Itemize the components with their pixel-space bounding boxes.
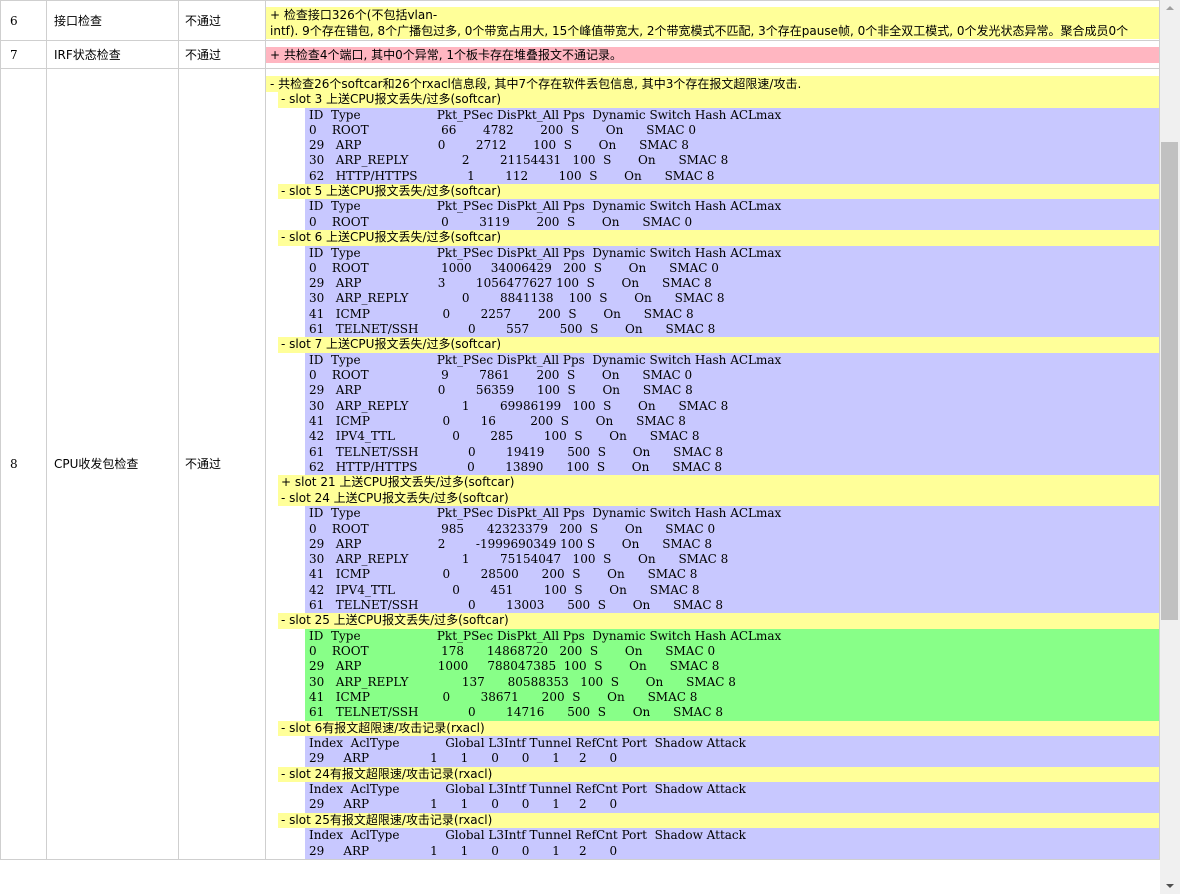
slot-section: - slot 25 上送CPU报文丢失/过多(softcar) ID Type P… [278, 613, 1159, 721]
row-number: 8 [0, 68, 47, 860]
softcar-data-line: 62 HTTP/HTTPS 0 13890 100 S On SMAC 8 [309, 459, 723, 474]
slot-section: - slot 6有报文超限速/攻击记录(rxacl) Index AclType … [278, 720, 1159, 767]
softcar-data-line: 29 ARP 1 1 0 0 1 2 0 [309, 797, 618, 812]
softcar-data-line: 41 ICMP 0 16 200 S On SMAC 8 [309, 414, 686, 429]
slot-section-toggle[interactable]: - slot 25 上送CPU报文丢失/过多(softcar) [278, 613, 1159, 629]
report-viewport: 6 接口检查 不通过 + 检查接口326个(不包括vlan- intf). 9个… [0, 0, 1160, 894]
softcar-header-line: ID Type Pkt_PSec DisPkt_All Pps Dynamic … [309, 506, 782, 521]
softcar-header-line: Index AclType Global L3Intf Tunnel RefCn… [309, 736, 746, 751]
softcar-table: ID Type Pkt_PSec DisPkt_All Pps Dynamic … [305, 245, 1159, 338]
softcar-table: Index AclType Global L3Intf Tunnel RefCn… [305, 828, 1159, 859]
softcar-data-line: 41 ICMP 0 28500 200 S On SMAC 8 [309, 567, 698, 582]
softcar-header-line: ID Type Pkt_PSec DisPkt_All Pps Dynamic … [309, 352, 782, 367]
softcar-data-line: 30 ARP_REPLY 1 75154047 100 S On SMAC 8 [309, 552, 729, 567]
check-detail: + 共检查4个端口, 其中0个异常, 1个板卡存在堆叠报文不通记录。 [265, 40, 1160, 69]
softcar-data-line: 41 ICMP 0 2257 200 S On SMAC 8 [309, 306, 694, 321]
slot-section: - slot 25有报文超限速/攻击记录(rxacl) Index AclType… [278, 812, 1159, 859]
softcar-data-line: 29 ARP 1 1 0 0 1 2 0 [309, 843, 618, 858]
check-result: 不通过 [178, 68, 266, 860]
check-result: 不通过 [178, 40, 266, 69]
softcar-data-line: 61 TELNET/SSH 0 19419 500 S On SMAC 8 [309, 444, 723, 459]
slot-section-toggle[interactable]: - slot 6有报文超限速/攻击记录(rxacl) [278, 720, 1159, 737]
table-row: 8 CPU收发包检查 不通过 - 共检查26个softcar和26个rxacl信… [0, 68, 1160, 860]
softcar-data-line: 29 ARP 2 -1999690349 100 S On SMAC 8 [309, 536, 713, 551]
softcar-table: ID Type Pkt_PSec DisPkt_All Pps Dynamic … [305, 107, 1159, 184]
softcar-table: ID Type Pkt_PSec DisPkt_All Pps Dynamic … [305, 506, 1159, 614]
scroll-down-icon[interactable] [1160, 878, 1180, 894]
softcar-data-line: 41 ICMP 0 38671 200 S On SMAC 8 [309, 690, 698, 704]
slot-section: - slot 24 上送CPU报文丢失/过多(softcar) ID Type P… [278, 490, 1159, 614]
check-report-table: 6 接口检查 不通过 + 检查接口326个(不包括vlan- intf). 9个… [0, 0, 1160, 860]
check-name: 接口检查 [46, 0, 179, 41]
scroll-up-icon[interactable] [1160, 0, 1180, 16]
slot-section: - slot 7 上送CPU报文丢失/过多(softcar) ID Type Pk… [278, 337, 1159, 476]
softcar-data-line: 30 ARP_REPLY 0 8841138 100 S On SMAC 8 [309, 291, 725, 306]
softcar-header-line: ID Type Pkt_PSec DisPkt_All Pps Dynamic … [309, 245, 782, 260]
slot-section-toggle[interactable]: - slot 25有报文超限速/攻击记录(rxacl) [278, 812, 1159, 829]
softcar-table: Index AclType Global L3Intf Tunnel RefCn… [305, 736, 1159, 767]
softcar-table: Index AclType Global L3Intf Tunnel RefCn… [305, 782, 1159, 813]
scroll-thumb[interactable] [1161, 142, 1178, 620]
softcar-data-line: 30 ARP_REPLY 2 21154431 100 S On SMAC 8 [309, 153, 729, 168]
softcar-data-line: 61 TELNET/SSH 0 557 500 S On SMAC 8 [309, 322, 716, 337]
softcar-data-line: 30 ARP_REPLY 1 69986199 100 S On SMAC 8 [309, 398, 729, 413]
collapse-toggle[interactable]: - 共检查26个softcar和26个rxacl信息段, 其中7个存在软件丢包信… [266, 76, 1159, 92]
softcar-table: ID Type Pkt_PSec DisPkt_All Pps Dynamic … [305, 352, 1159, 476]
softcar-sections: - slot 3 上送CPU报文丢失/过多(softcar) ID Type Pk… [266, 92, 1159, 859]
softcar-data-line: 0 ROOT 178 14868720 200 S On SMAC 0 [309, 644, 716, 659]
slot-section-toggle[interactable]: - slot 3 上送CPU报文丢失/过多(softcar) [278, 92, 1159, 108]
softcar-table: ID Type Pkt_PSec DisPkt_All Pps Dynamic … [305, 628, 1159, 721]
softcar-data-line: 61 TELNET/SSH 0 13003 500 S On SMAC 8 [309, 598, 723, 613]
softcar-data-line: 61 TELNET/SSH 0 14716 500 S On SMAC 8 [309, 705, 723, 720]
softcar-data-line: 29 ARP 1 1 0 0 1 2 0 [309, 751, 618, 766]
check-name: CPU收发包检查 [46, 68, 179, 860]
slot-section: + slot 21 上送CPU报文丢失/过多(softcar) [278, 475, 1159, 491]
softcar-table: ID Type Pkt_PSec DisPkt_All Pps Dynamic … [305, 199, 1159, 231]
slot-section: - slot 5 上送CPU报文丢失/过多(softcar) ID Type Pk… [278, 183, 1159, 231]
softcar-data-line: 0 ROOT 1000 34006429 200 S On SMAC 0 [309, 260, 719, 275]
softcar-header-line: Index AclType Global L3Intf Tunnel RefCn… [309, 782, 746, 797]
table-row: 7 IRF状态检查 不通过 + 共检查4个端口, 其中0个异常, 1个板卡存在堆… [0, 40, 1160, 69]
softcar-header-line: Index AclType Global L3Intf Tunnel RefCn… [309, 828, 746, 843]
softcar-data-line: 42 IPV4_TTL 0 451 100 S On SMAC 8 [309, 582, 700, 597]
slot-section: - slot 24有报文超限速/攻击记录(rxacl) Index AclType… [278, 766, 1159, 813]
softcar-data-line: 0 ROOT 0 3119 200 S On SMAC 0 [309, 214, 693, 229]
softcar-header-line: ID Type Pkt_PSec DisPkt_All Pps Dynamic … [309, 628, 782, 643]
row-number: 6 [0, 0, 47, 41]
softcar-header-line: ID Type Pkt_PSec DisPkt_All Pps Dynamic … [309, 199, 782, 214]
expand-toggle[interactable]: + 检查接口326个(不包括vlan- intf). 9个存在错包, 8个广播包… [266, 7, 1159, 39]
slot-section-toggle[interactable]: - slot 24有报文超限速/攻击记录(rxacl) [278, 766, 1159, 783]
check-detail: - 共检查26个softcar和26个rxacl信息段, 其中7个存在软件丢包信… [265, 68, 1160, 860]
softcar-data-line: 29 ARP 1000 788047385 100 S On SMAC 8 [309, 659, 720, 674]
row-number: 7 [0, 40, 47, 69]
slot-section-toggle[interactable]: - slot 6 上送CPU报文丢失/过多(softcar) [278, 230, 1159, 246]
softcar-data-line: 0 ROOT 985 42323379 200 S On SMAC 0 [309, 521, 716, 536]
slot-section: - slot 6 上送CPU报文丢失/过多(softcar) ID Type Pk… [278, 230, 1159, 338]
check-detail: + 检查接口326个(不包括vlan- intf). 9个存在错包, 8个广播包… [265, 0, 1160, 41]
softcar-data-line: 29 ARP 0 56359 100 S On SMAC 8 [309, 383, 693, 398]
check-result: 不通过 [178, 0, 266, 41]
detail-line: intf). 9个存在错包, 8个广播包过多, 0个带宽占用大, 15个峰值带宽… [270, 24, 1129, 38]
slot-section-toggle[interactable]: - slot 7 上送CPU报文丢失/过多(softcar) [278, 337, 1159, 353]
check-name: IRF状态检查 [46, 40, 179, 69]
softcar-data-line: 0 ROOT 66 4782 200 S On SMAC 0 [309, 122, 697, 137]
softcar-data-line: 30 ARP_REPLY 137 80588353 100 S On SMAC … [309, 674, 736, 689]
softcar-data-line: 42 IPV4_TTL 0 285 100 S On SMAC 8 [309, 429, 700, 444]
softcar-header-line: ID Type Pkt_PSec DisPkt_All Pps Dynamic … [309, 107, 782, 122]
expand-toggle[interactable]: + 共检查4个端口, 其中0个异常, 1个板卡存在堆叠报文不通记录。 [266, 46, 1159, 63]
slot-section-toggle[interactable]: - slot 24 上送CPU报文丢失/过多(softcar) [278, 490, 1159, 507]
slot-section: - slot 3 上送CPU报文丢失/过多(softcar) ID Type Pk… [278, 92, 1159, 184]
softcar-data-line: 29 ARP 3 1056477627 100 S On SMAC 8 [309, 276, 712, 291]
slot-section-toggle[interactable]: - slot 5 上送CPU报文丢失/过多(softcar) [278, 183, 1159, 200]
softcar-data-line: 0 ROOT 9 7861 200 S On SMAC 0 [309, 368, 693, 383]
softcar-data-line: 62 HTTP/HTTPS 1 112 100 S On SMAC 8 [309, 168, 715, 183]
slot-section-toggle[interactable]: + slot 21 上送CPU报文丢失/过多(softcar) [278, 475, 1159, 491]
detail-line: + 检查接口326个(不包括vlan- [270, 8, 438, 22]
table-row: 6 接口检查 不通过 + 检查接口326个(不包括vlan- intf). 9个… [0, 0, 1160, 41]
vertical-scrollbar[interactable] [1160, 0, 1180, 894]
softcar-data-line: 29 ARP 0 2712 100 S On SMAC 8 [309, 138, 689, 153]
